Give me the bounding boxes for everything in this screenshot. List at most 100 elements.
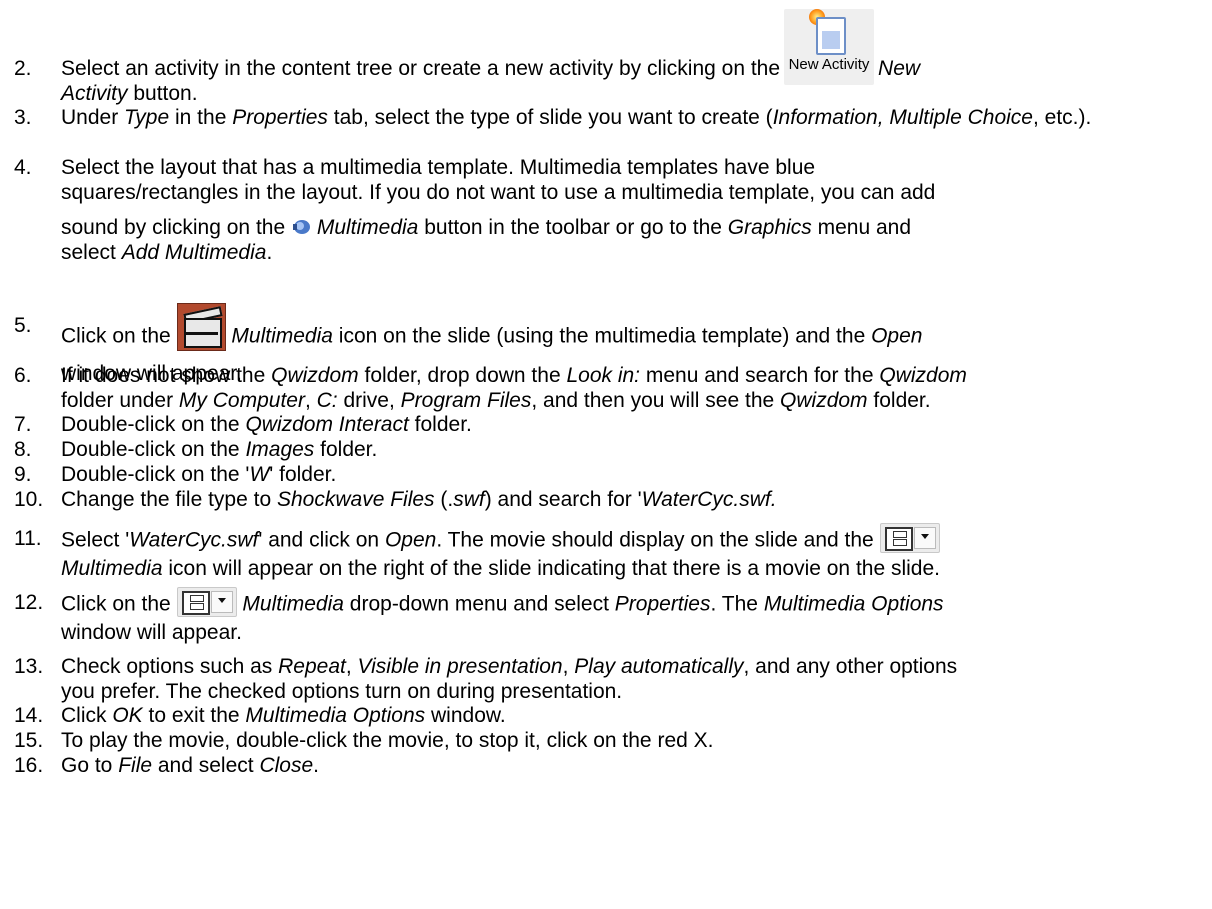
- step-text: If it does not show the Qwizdom folder, …: [61, 363, 1204, 413]
- step-text-part: (.: [434, 488, 454, 511]
- step-text-part: button.: [127, 82, 198, 105]
- step-text-part: folder under: [61, 389, 179, 412]
- step-number: 4.: [14, 156, 32, 179]
- step-number: 11.: [14, 527, 42, 550]
- step-text-part: Properties: [232, 106, 328, 129]
- step-text-part: , and any other options: [743, 655, 958, 678]
- step-number: 6.: [14, 364, 32, 387]
- step-text-part: Look in:: [566, 364, 641, 387]
- step-text-part: C:: [316, 389, 338, 412]
- step-text: Click on the Multimedia drop-down menu a…: [61, 587, 1204, 645]
- step-text-part: Under: [61, 106, 125, 129]
- step-text: Check options such as Repeat, Visible in…: [61, 654, 1204, 704]
- step-text-part: to exit the: [142, 704, 246, 727]
- step-text-part: ,: [304, 389, 317, 412]
- step-number: 3.: [14, 106, 32, 129]
- step-number: 15.: [14, 729, 44, 752]
- film-strip-dropdown-icon: [879, 523, 940, 553]
- step-text-part: New: [878, 57, 921, 80]
- step-text-part: ' and click on: [258, 528, 385, 552]
- step-text-part: icon will appear on the right of the sli…: [162, 557, 940, 580]
- step-text-part: Information, Multiple Choice: [772, 106, 1033, 129]
- step-text-part: Add Multimedia: [121, 241, 267, 264]
- step-text-part: Multimedia: [242, 592, 344, 616]
- step-text-part: Click on the: [61, 324, 177, 348]
- step-text-part: Multimedia: [231, 324, 333, 348]
- step-text-part: Open: [384, 528, 437, 552]
- step-text-part: Qwizdom Interact: [245, 413, 409, 436]
- step-text-part: Qwizdom: [271, 364, 359, 387]
- step-text-part: Select ': [61, 528, 130, 552]
- step-text-part: Click: [61, 704, 113, 727]
- step-text: Select 'WaterCyc.swf' and click on Open.…: [61, 523, 1204, 581]
- step-text-part: If it does not show the: [61, 364, 272, 387]
- step-text-part: Properties: [614, 592, 711, 616]
- step-text-part: window will appear.: [61, 621, 242, 644]
- step-text-part: Shockwave Files: [276, 488, 435, 511]
- step-text-part: Play automatically: [574, 655, 744, 678]
- step-text-part: folder, drop down the: [358, 364, 567, 387]
- step-number: 16.: [14, 754, 44, 777]
- step-text-part: Images: [245, 438, 315, 461]
- step-text: Double-click on the Images folder.: [61, 437, 1204, 462]
- step-text-part: menu and: [811, 216, 912, 239]
- step-text-part: icon on the slide (using the multimedia …: [332, 324, 872, 348]
- step-text-part: Multimedia: [61, 557, 163, 580]
- step-text-part: Activity: [61, 82, 128, 105]
- step-text-part: Select an activity in the content tree o…: [61, 57, 781, 80]
- step-text-part: Double-click on the: [61, 413, 246, 436]
- step-text-part: Qwizdom: [780, 389, 868, 412]
- step-text: Click OK to exit the Multimedia Options …: [61, 703, 1204, 728]
- step-text-part: ,: [345, 655, 358, 678]
- step-text-part: Multimedia: [316, 216, 419, 239]
- step-text-part: ,: [562, 655, 575, 678]
- step-text-part: swf: [453, 488, 485, 511]
- step-text-part: folder.: [408, 413, 472, 436]
- step-text-part: window.: [425, 704, 506, 727]
- step-text-part: Multimedia Options: [245, 704, 426, 727]
- step-text-part: squares/rectangles in the layout. If you…: [61, 181, 936, 204]
- step-text-part: Select the layout that has a multimedia …: [61, 156, 816, 179]
- step-number: 7.: [14, 413, 32, 436]
- step-text-part: WaterCyc.swf: [129, 528, 259, 552]
- step-text-part: Close: [259, 754, 314, 777]
- step-number: 10.: [14, 488, 44, 511]
- step-text-part: . The movie should display on the slide …: [436, 528, 874, 552]
- step-text-part: . The: [710, 592, 764, 616]
- step-text-part: in the: [169, 106, 233, 129]
- step-text-part: Type: [124, 106, 170, 129]
- step-number: 2.: [14, 57, 32, 80]
- step-text: Under Type in the Properties tab, select…: [61, 105, 1204, 130]
- step-text-part: tab, select the type of slide you want t…: [327, 106, 773, 129]
- step-number: 5.: [14, 314, 32, 337]
- step-text-part: Multimedia Options: [763, 592, 944, 616]
- step-text: To play the movie, double-click the movi…: [61, 728, 1204, 753]
- step-text-part: My Computer: [178, 389, 305, 412]
- step-text-part: sound by clicking on the: [61, 216, 291, 239]
- step-text: Double-click on the Qwizdom Interact fol…: [61, 412, 1204, 437]
- step-number: 12.: [14, 591, 44, 614]
- step-text-part: Double-click on the ': [61, 463, 250, 486]
- step-text-part: you prefer. The checked options turn on …: [61, 680, 623, 703]
- multimedia-clapper-icon: [176, 303, 226, 351]
- step-number: 9.: [14, 463, 32, 486]
- step-text-part: button in the toolbar or go to the: [418, 216, 728, 239]
- step-text-part: , etc.).: [1032, 106, 1092, 129]
- step-text-part: Program Files: [400, 389, 532, 412]
- step-text-part: To play the movie, double-click the movi…: [61, 729, 714, 752]
- multimedia-speaker-icon: [291, 217, 311, 235]
- step-text-part: Visible in presentation: [357, 655, 563, 678]
- step-text-part: Qwizdom: [879, 364, 967, 387]
- step-text-part: ' folder.: [269, 463, 337, 486]
- film-strip-dropdown-icon: [176, 587, 237, 617]
- step-text-part: .: [266, 241, 273, 264]
- step-text-part: .: [313, 754, 319, 777]
- step-text-part: Change the file type to: [61, 488, 277, 511]
- step-text: Select the layout that has a multimedia …: [61, 155, 1204, 265]
- step-text-part: Go to: [61, 754, 119, 777]
- step-text-part: W: [249, 463, 270, 486]
- step-number: 8.: [14, 438, 32, 461]
- step-text-part: folder.: [314, 438, 378, 461]
- step-text-part: Open: [871, 324, 923, 348]
- step-text: Go to File and select Close.: [61, 753, 1204, 778]
